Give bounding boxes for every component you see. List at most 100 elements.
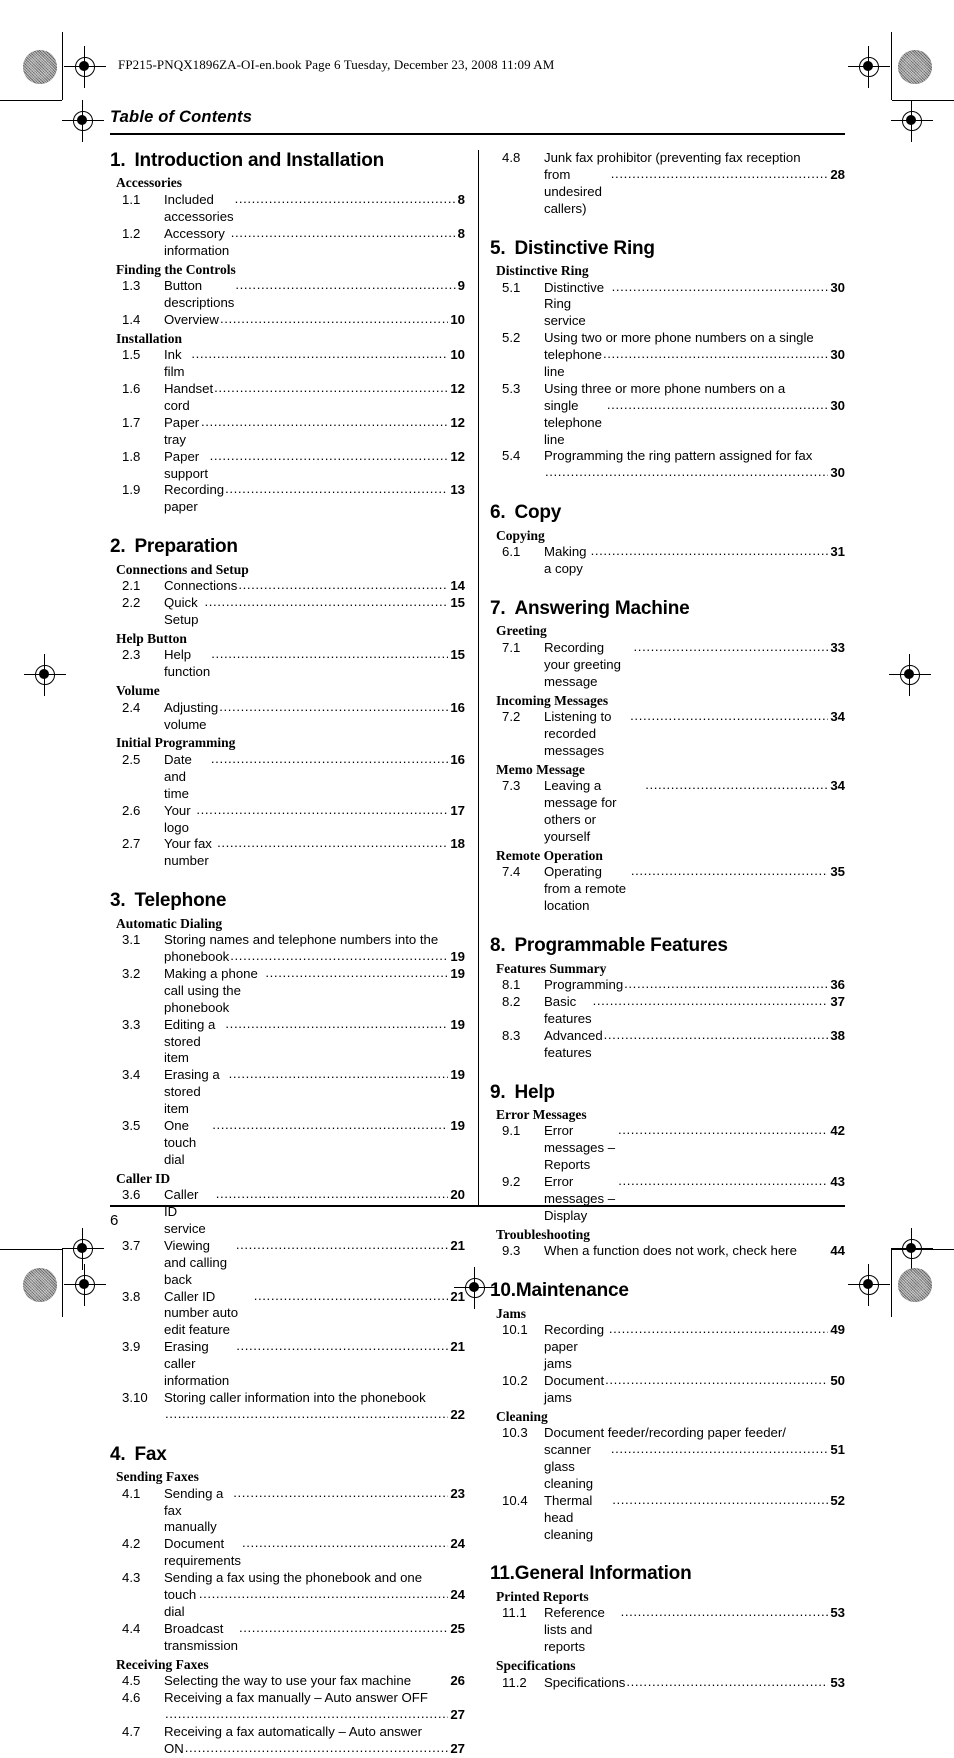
toc-entry[interactable]: 8.1 Programming 36 xyxy=(502,977,845,994)
toc-entry[interactable]: 4.2 Document requirements 24 xyxy=(122,1536,465,1570)
toc-entry-number: 1.4 xyxy=(122,311,141,327)
dot-leader xyxy=(231,225,456,242)
toc-entry[interactable]: 1.4 Overview 10 xyxy=(122,312,465,329)
dot-leader xyxy=(239,1620,448,1637)
toc-entry-number: 3.7 xyxy=(122,1237,141,1253)
toc-entry-number: 5.4 xyxy=(502,448,521,464)
toc-entry[interactable]: 4.4 Broadcast transmission 25 xyxy=(122,1621,465,1655)
toc-entry-body: Using two or more phone numbers on a sin… xyxy=(544,330,845,381)
toc-entry[interactable]: 4.7 Receiving a fax automatically – Auto … xyxy=(122,1724,465,1758)
toc-entry-number: 6.1 xyxy=(502,544,521,560)
toc-entry[interactable]: 3.10 Storing caller information into the … xyxy=(122,1390,465,1424)
toc-entry[interactable]: 3.3 Editing a stored item 19 xyxy=(122,1017,465,1068)
toc-entry-title: Listening to recorded messages xyxy=(544,709,616,758)
toc-entry-body: Making a copy 31 xyxy=(544,544,845,578)
toc-chapter-heading[interactable]: 5. Distinctive Ring xyxy=(490,238,845,260)
toc-entry[interactable]: 5.3 Using three or more phone numbers on … xyxy=(502,381,845,449)
toc-entry[interactable]: 1.1 Included accessories 8 xyxy=(122,192,465,226)
toc-entry[interactable]: 7.1 Recording your greeting message 33 xyxy=(502,640,845,691)
toc-entry[interactable]: 7.3 Leaving a message for others or yours… xyxy=(502,778,845,846)
toc-group-heading: Specifications xyxy=(496,1658,576,1674)
toc-entry[interactable]: 9.1 Error messages – Reports 42 xyxy=(502,1123,845,1174)
toc-entry[interactable]: 10.2 Document jams 50 xyxy=(502,1373,845,1407)
toc-entry[interactable]: 4.6 Receiving a fax manually – Auto answe… xyxy=(122,1690,465,1724)
toc-entry[interactable]: 10.3 Document feeder/recording paper feed… xyxy=(502,1425,845,1493)
toc-entry[interactable]: 11.1 Reference lists and reports 53 xyxy=(502,1605,845,1656)
toc-entry-number: 2.1 xyxy=(122,578,141,594)
toc-entry[interactable]: 5.4 Programming the ring pattern assigned… xyxy=(502,448,845,482)
toc-entry[interactable]: 3.9 Erasing caller information 21 xyxy=(122,1339,465,1390)
toc-chapter-heading[interactable]: 10.Maintenance xyxy=(490,1280,845,1302)
toc-entry-line: Erasing caller information 21 xyxy=(164,1339,465,1390)
toc-entry[interactable]: 6.1 Making a copy 31 xyxy=(502,544,845,578)
toc-chapter-heading[interactable]: 2. Preparation xyxy=(110,536,465,558)
toc-entry[interactable]: 3.1 Storing names and telephone numbers i… xyxy=(122,932,465,966)
toc-chapter-heading[interactable]: 9. Help xyxy=(490,1082,845,1104)
toc-entry-number: 7.4 xyxy=(502,864,521,880)
toc-entry[interactable]: 10.4 Thermal head cleaning 52 xyxy=(502,1493,845,1544)
toc-entry[interactable]: 10.1 Recording paper jams 49 xyxy=(502,1322,845,1373)
toc-entry[interactable]: 3.6 Caller ID service 20 xyxy=(122,1187,465,1238)
toc-entry[interactable]: 2.3 Help function 15 xyxy=(122,647,465,681)
toc-chapter-heading[interactable]: 3. Telephone xyxy=(110,890,465,912)
toc-entry[interactable]: 5.1 Distinctive Ring service 30 xyxy=(502,280,845,331)
toc-chapter-heading[interactable]: 1. Introduction and Installation xyxy=(110,150,465,172)
toc-chapter-heading[interactable]: 4. Fax xyxy=(110,1444,465,1466)
toc-entry[interactable]: 3.4 Erasing a stored item 19 xyxy=(122,1067,465,1118)
toc-page-number: 35 xyxy=(830,864,845,880)
toc-chapter-title: Introduction and Installation xyxy=(134,150,385,171)
toc-entry[interactable]: 3.5 One touch dial 19 xyxy=(122,1118,465,1169)
toc-entry[interactable]: 9.2 Error messages – Display 43 xyxy=(502,1174,845,1225)
toc-entry[interactable]: 5.2 Using two or more phone numbers on a … xyxy=(502,330,845,381)
toc-entry[interactable]: 8.3 Advanced features 38 xyxy=(502,1028,845,1062)
toc-entry[interactable]: 1.8 Paper support 12 xyxy=(122,449,465,483)
toc-entry-body: Specifications 53 xyxy=(544,1675,845,1692)
dot-leader xyxy=(545,464,828,481)
toc-chapter-heading[interactable]: 11.General Information xyxy=(490,1563,845,1585)
toc-entry[interactable]: 1.9 Recording paper 13 xyxy=(122,482,465,516)
toc-entry[interactable]: 3.8 Caller ID number auto edit feature 21 xyxy=(122,1289,465,1340)
toc-entry[interactable]: 2.1 Connections 14 xyxy=(122,578,465,595)
toc-entry[interactable]: 2.5 Date and time 16 xyxy=(122,752,465,803)
toc-entry-line: ON 27 xyxy=(164,1741,465,1758)
toc-entry[interactable]: 4.3 Sending a fax using the phonebook and… xyxy=(122,1570,465,1621)
toc-entry-number: 4.1 xyxy=(122,1485,141,1501)
toc-chapter-heading[interactable]: 8. Programmable Features xyxy=(490,935,845,957)
toc-entry-title: Storing caller information into the phon… xyxy=(164,1389,426,1405)
toc-entry[interactable]: 3.2 Making a phone call using the phonebo… xyxy=(122,966,465,1017)
toc-entry[interactable]: 2.7 Your fax number 18 xyxy=(122,836,465,870)
toc-entry-number: 4.7 xyxy=(122,1723,141,1739)
toc-entry[interactable]: 1.6 Handset cord 12 xyxy=(122,381,465,415)
toc-entry-line: Making a copy 31 xyxy=(544,544,845,578)
toc-entry-title: Included accessories xyxy=(164,191,234,224)
toc-entry[interactable]: 9.3 When a function does not work, check … xyxy=(502,1243,845,1260)
toc-group-heading: Receiving Faxes xyxy=(116,1656,209,1672)
toc-entry-body: Button descriptions 9 xyxy=(164,278,465,312)
toc-entry-body: Erasing a stored item 19 xyxy=(164,1067,465,1118)
toc-entry[interactable]: 2.6 Your logo 17 xyxy=(122,803,465,837)
toc-entry[interactable]: 7.2 Listening to recorded messages 34 xyxy=(502,709,845,760)
toc-entry-number: 4.4 xyxy=(122,1620,141,1636)
toc-entry[interactable]: 1.2 Accessory information 8 xyxy=(122,226,465,260)
toc-entry[interactable]: 4.1 Sending a fax manually 23 xyxy=(122,1486,465,1537)
toc-chapter-heading[interactable]: 6. Copy xyxy=(490,502,845,524)
toc-page-number: 22 xyxy=(450,1406,465,1422)
toc-entry[interactable]: 2.2 Quick Setup 15 xyxy=(122,595,465,629)
toc-entry[interactable]: 4.5 Selecting the way to use your fax mac… xyxy=(122,1673,465,1690)
toc-entry[interactable]: 11.2 Specifications 53 xyxy=(502,1675,845,1692)
toc-entry[interactable]: 2.4 Adjusting volume 16 xyxy=(122,700,465,734)
toc-entry[interactable]: 4.8 Junk fax prohibitor (preventing fax r… xyxy=(502,150,845,218)
toc-entry-title: Junk fax prohibitor (preventing fax rece… xyxy=(544,150,801,165)
toc-entry[interactable]: 3.7 Viewing and calling back 21 xyxy=(122,1238,465,1289)
toc-entry[interactable]: 1.3 Button descriptions 9 xyxy=(122,278,465,312)
toc-entry[interactable]: 1.5 Ink film 10 xyxy=(122,347,465,381)
toc-entry[interactable]: 1.7 Paper tray 12 xyxy=(122,415,465,449)
toc-entry[interactable]: 7.4 Operating from a remote location 35 xyxy=(502,864,845,915)
toc-chapter-number: 7. xyxy=(490,597,506,619)
toc-page-number: 18 xyxy=(450,836,465,852)
toc-entry-title: Error messages – Display xyxy=(544,1174,619,1223)
toc-page-number: 19 xyxy=(450,1016,465,1032)
toc-entry[interactable]: 8.2 Basic features 37 xyxy=(502,994,845,1028)
toc-chapter-heading[interactable]: 7. Answering Machine xyxy=(490,598,845,620)
